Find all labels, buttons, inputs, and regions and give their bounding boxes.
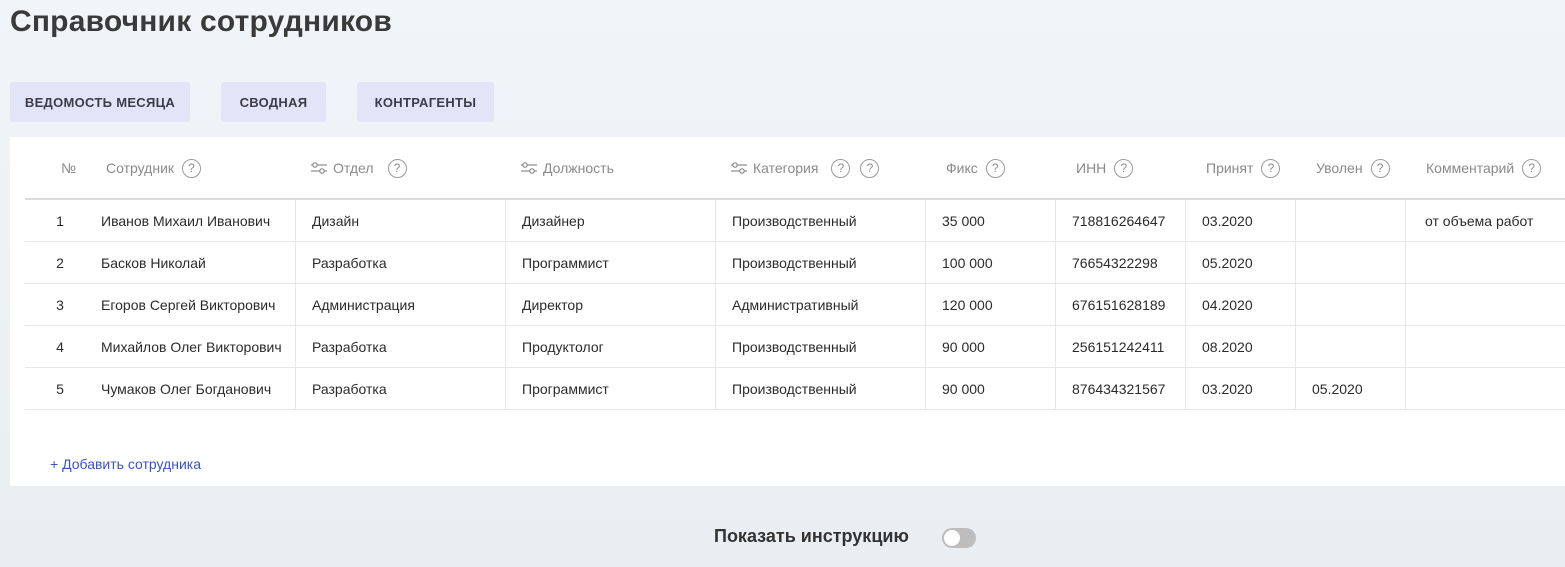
page-title: Справочник сотрудников <box>10 5 392 38</box>
table-row[interactable]: 1 Иванов Михаил Иванович Дизайн Дизайнер… <box>25 200 1565 242</box>
column-header-fix: Фикс ? <box>946 157 1005 179</box>
cell-comment[interactable] <box>1405 368 1565 409</box>
cell-category[interactable]: Производственный <box>715 368 925 409</box>
cell-fired[interactable] <box>1295 284 1405 325</box>
cell-num: 1 <box>56 212 64 229</box>
cell-hired[interactable]: 03.2020 <box>1185 368 1295 409</box>
help-icon[interactable]: ? <box>1114 158 1134 178</box>
cell-fired[interactable] <box>1295 326 1405 367</box>
cell-category[interactable]: Производственный <box>715 200 925 241</box>
cell-num: 2 <box>56 254 64 271</box>
column-header-label: Комментарий <box>1426 160 1515 176</box>
cell-category[interactable]: Административный <box>715 284 925 325</box>
help-icon[interactable]: ? <box>182 158 202 178</box>
cell-fired[interactable]: 05.2020 <box>1295 368 1405 409</box>
column-header-label: Принят <box>1206 160 1254 176</box>
cell-fired[interactable] <box>1295 242 1405 283</box>
filter-sliders-icon[interactable] <box>731 162 747 174</box>
cell-inn[interactable]: 76654322298 <box>1055 242 1185 283</box>
cell-comment[interactable]: от объема работ <box>1405 200 1565 241</box>
column-header-position: Должность <box>521 157 614 179</box>
add-employee-link[interactable]: + Добавить сотрудника <box>50 456 201 472</box>
column-header-fired: Уволен ? <box>1316 157 1390 179</box>
filter-sliders-icon[interactable] <box>521 162 537 174</box>
table-row[interactable]: 2 Басков Николай Разработка Программист … <box>25 242 1565 284</box>
show-instruction-label: Показать инструкцию <box>714 526 909 546</box>
cell-inn[interactable]: 718816264647 <box>1055 200 1185 241</box>
cell-employee[interactable]: Иванов Михаил Иванович <box>101 200 295 241</box>
column-header-label: Категория <box>753 160 819 176</box>
column-header-hired: Принят ? <box>1206 157 1281 179</box>
cell-hired[interactable]: 03.2020 <box>1185 200 1295 241</box>
cell-department[interactable]: Разработка <box>295 368 505 409</box>
tab-contractors[interactable]: КОНТРАГЕНТЫ <box>357 82 494 122</box>
help-icon[interactable]: ? <box>1261 158 1281 178</box>
cell-fix[interactable]: 35 000 <box>925 200 1055 241</box>
cell-position[interactable]: Директор <box>505 284 715 325</box>
toggle-knob <box>944 530 960 546</box>
cell-position[interactable]: Продуктолог <box>505 326 715 367</box>
column-header-category: Категория ? ? <box>731 157 880 179</box>
cell-fix[interactable]: 90 000 <box>925 368 1055 409</box>
cell-inn[interactable]: 256151242411 <box>1055 326 1185 367</box>
cell-inn[interactable]: 876434321567 <box>1055 368 1185 409</box>
cell-employee[interactable]: Чумаков Олег Богданович <box>101 368 295 409</box>
cell-num: 5 <box>56 380 64 397</box>
column-header-comment: Комментарий ? <box>1426 157 1542 179</box>
employees-table-panel: № Сотрудник ? Отдел ? Должность Категори… <box>10 137 1565 486</box>
cell-fix[interactable]: 90 000 <box>925 326 1055 367</box>
column-header-num: № <box>61 157 76 179</box>
cell-category[interactable]: Производственный <box>715 326 925 367</box>
cell-employee[interactable]: Михайлов Олег Викторович <box>101 326 295 367</box>
table-row[interactable]: 5 Чумаков Олег Богданович Разработка Про… <box>25 368 1565 410</box>
column-header-label: Фикс <box>946 160 978 176</box>
column-header-department: Отдел ? <box>311 157 407 179</box>
cell-comment[interactable] <box>1405 326 1565 367</box>
table-row[interactable]: 4 Михайлов Олег Викторович Разработка Пр… <box>25 326 1565 368</box>
column-header-label: Уволен <box>1316 160 1363 176</box>
table-header: № Сотрудник ? Отдел ? Должность Категори… <box>10 137 1565 200</box>
column-header-label: № <box>61 160 77 176</box>
column-header-label: Должность <box>543 160 614 176</box>
help-icon[interactable]: ? <box>831 158 851 178</box>
cell-hired[interactable]: 08.2020 <box>1185 326 1295 367</box>
filter-sliders-icon[interactable] <box>311 162 327 174</box>
cell-num: 3 <box>56 296 64 313</box>
help-icon[interactable]: ? <box>985 158 1005 178</box>
cell-department[interactable]: Администрация <box>295 284 505 325</box>
show-instruction-toggle[interactable] <box>942 528 976 548</box>
cell-position[interactable]: Программист <box>505 242 715 283</box>
cell-inn[interactable]: 676151628189 <box>1055 284 1185 325</box>
cell-comment[interactable] <box>1405 284 1565 325</box>
cell-department[interactable]: Дизайн <box>295 200 505 241</box>
cell-fix[interactable]: 100 000 <box>925 242 1055 283</box>
cell-hired[interactable]: 04.2020 <box>1185 284 1295 325</box>
cell-employee[interactable]: Егоров Сергей Викторович <box>101 284 295 325</box>
help-icon[interactable]: ? <box>1522 158 1542 178</box>
tab-monthly-statement[interactable]: ВЕДОМОСТЬ МЕСЯЦА <box>10 82 190 122</box>
cell-position[interactable]: Дизайнер <box>505 200 715 241</box>
table-row[interactable]: 3 Егоров Сергей Викторович Администрация… <box>25 284 1565 326</box>
cell-fired[interactable] <box>1295 200 1405 241</box>
column-header-label: Сотрудник <box>106 160 175 176</box>
help-icon[interactable]: ? <box>1370 158 1390 178</box>
cell-fix[interactable]: 120 000 <box>925 284 1055 325</box>
cell-hired[interactable]: 05.2020 <box>1185 242 1295 283</box>
help-icon[interactable]: ? <box>860 158 880 178</box>
cell-num: 4 <box>56 338 64 355</box>
cell-position[interactable]: Программист <box>505 368 715 409</box>
column-header-employee: Сотрудник ? <box>106 157 202 179</box>
help-icon[interactable]: ? <box>387 158 407 178</box>
cell-employee[interactable]: Басков Николай <box>101 242 295 283</box>
tab-summary[interactable]: СВОДНАЯ <box>221 82 326 122</box>
column-header-inn: ИНН ? <box>1076 157 1134 179</box>
cell-department[interactable]: Разработка <box>295 326 505 367</box>
cell-comment[interactable] <box>1405 242 1565 283</box>
cell-department[interactable]: Разработка <box>295 242 505 283</box>
cell-category[interactable]: Производственный <box>715 242 925 283</box>
column-header-label: Отдел <box>333 160 374 176</box>
column-header-label: ИНН <box>1076 160 1107 176</box>
